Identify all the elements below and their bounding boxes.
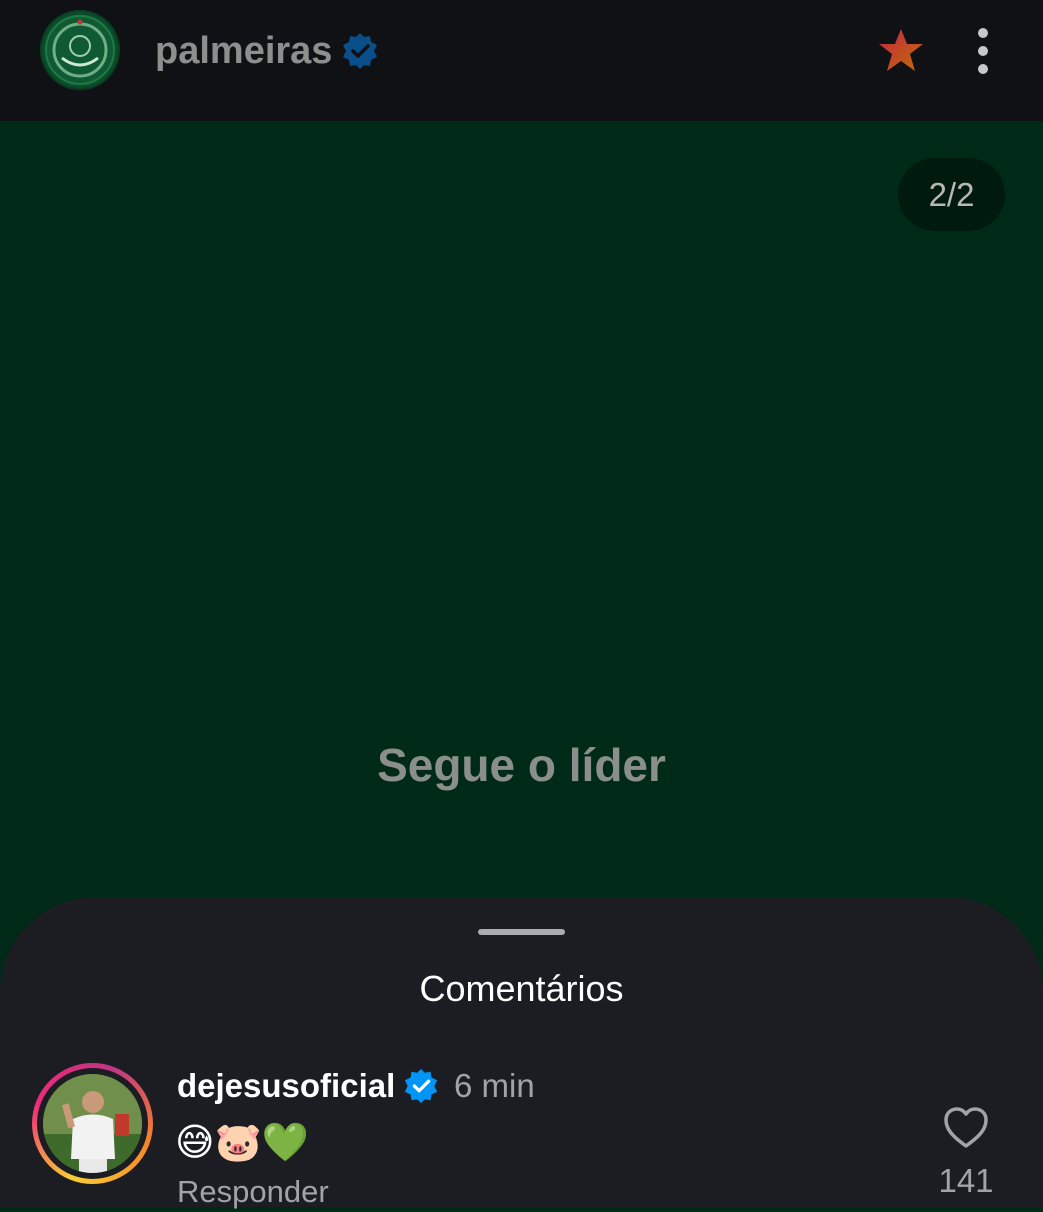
star-icon[interactable] [876, 26, 926, 76]
profile-username[interactable]: palmeiras [155, 28, 332, 74]
more-dot [978, 28, 988, 38]
comments-sheet [0, 897, 1043, 1207]
reply-button[interactable]: Responder [177, 1172, 329, 1212]
comment-text: 😅🐷💚 [175, 1120, 310, 1164]
slide-caption: Segue o líder [377, 739, 666, 791]
comment-time: 6 min [454, 1067, 535, 1104]
more-dot [978, 46, 988, 56]
post-slide[interactable] [0, 121, 1043, 921]
verified-badge-icon [404, 1068, 438, 1104]
slide-counter: 2/2 [898, 158, 1005, 231]
more-dot [978, 64, 988, 74]
player-photo-icon [43, 1074, 142, 1173]
palmeiras-crest-icon [45, 15, 115, 85]
profile-avatar[interactable] [40, 10, 120, 90]
more-vertical-icon[interactable] [965, 24, 1001, 78]
comment-avatar[interactable] [32, 1063, 153, 1184]
verified-badge-icon [343, 33, 377, 69]
comment-avatar-image [43, 1074, 142, 1173]
comment-username[interactable]: dejesusoficial [177, 1065, 395, 1107]
comments-title: Comentários [419, 968, 624, 1009]
like-count: 141 [938, 1162, 994, 1199]
heart-outline-icon[interactable] [942, 1104, 990, 1152]
sheet-drag-handle[interactable] [478, 929, 565, 935]
avatar-ring-gap [37, 1068, 148, 1179]
profile-header: palmeiras [0, 0, 1043, 121]
